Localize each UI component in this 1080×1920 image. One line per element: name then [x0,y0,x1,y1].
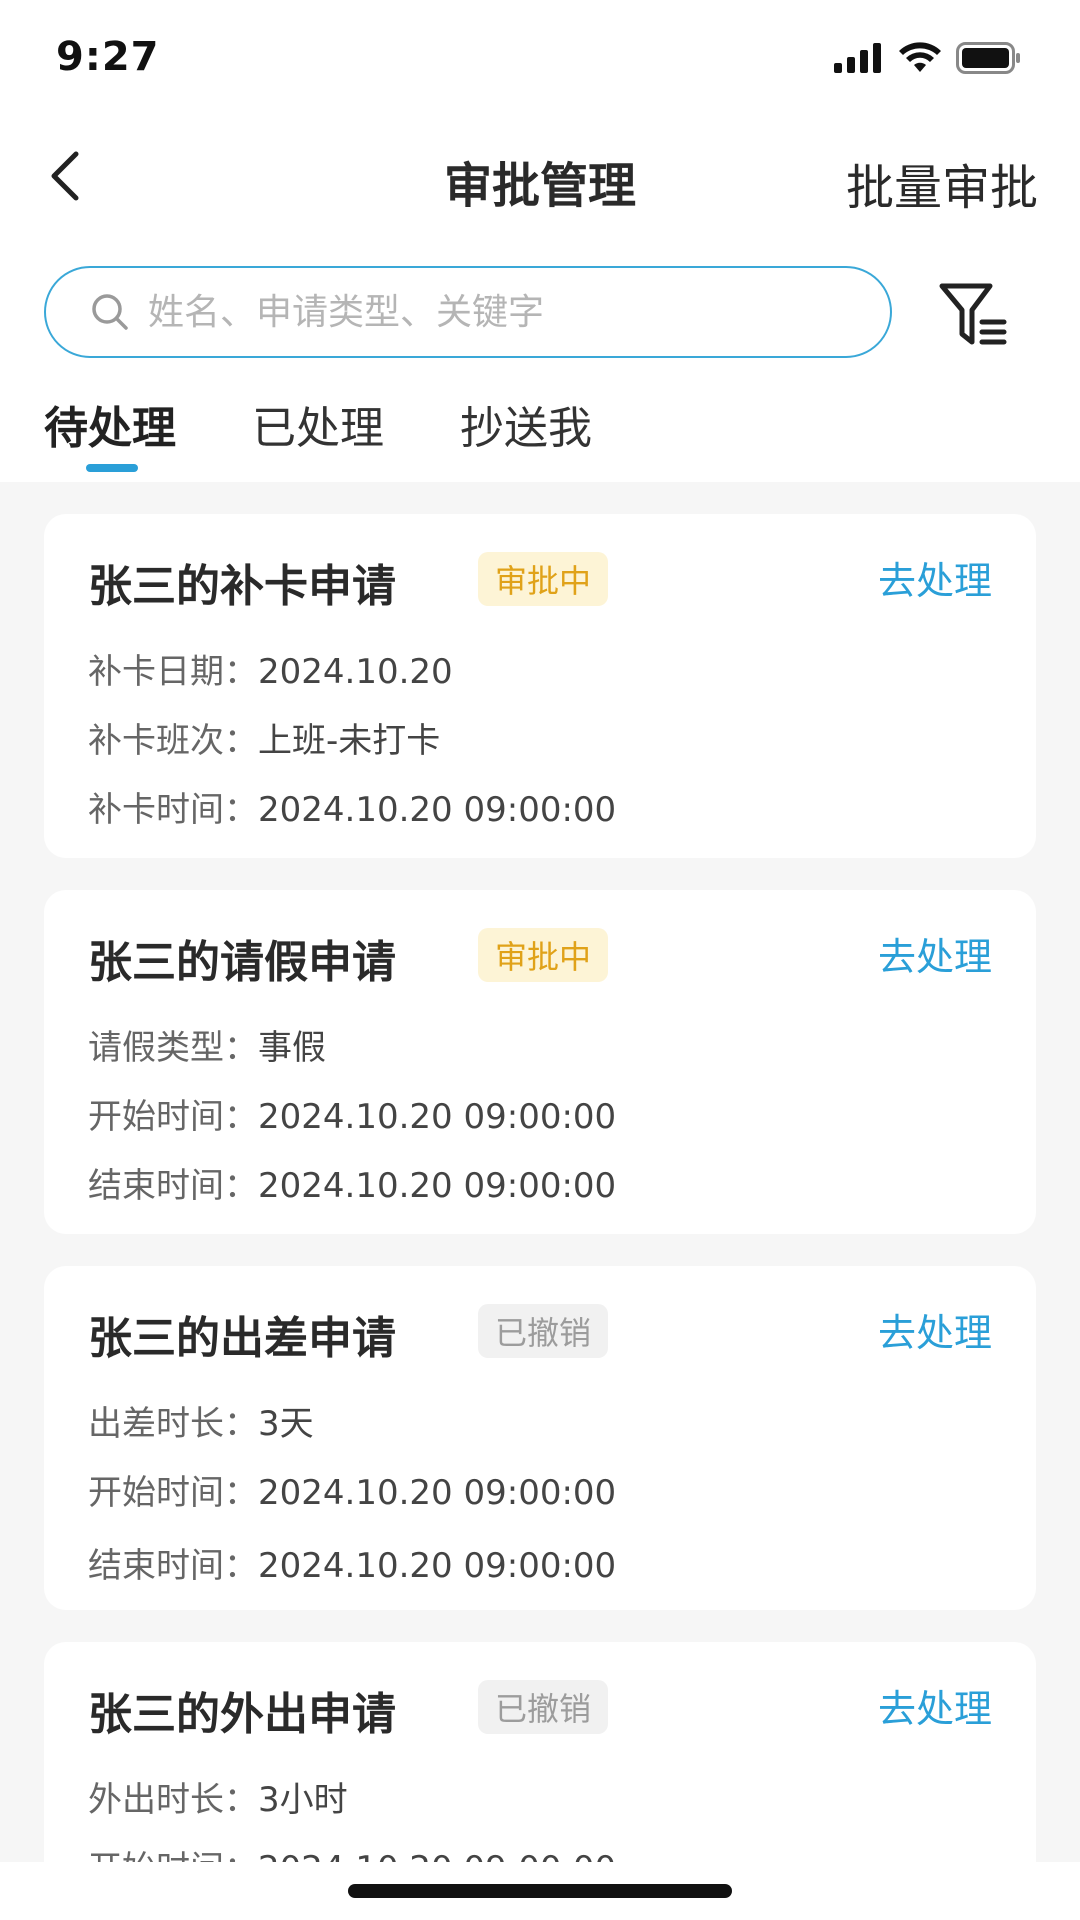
approval-card[interactable]: 张三的出差申请 已撤销 去处理 出差时长：3天 开始时间：2024.10.20 … [44,1266,1036,1610]
approval-card[interactable]: 张三的补卡申请 审批中 去处理 补卡日期：2024.10.20 补卡班次：上班-… [44,514,1036,858]
approval-card[interactable]: 张三的请假申请 审批中 去处理 请假类型：事假 开始时间：2024.10.20 … [44,890,1036,1234]
card-field: 出差时长：3天 [88,1396,314,1445]
card-field: 补卡时间：2024.10.20 09:00:00 [88,782,616,831]
tab-bar: 待处理 已处理 抄送我 [44,392,592,472]
field-label: 结束时间： [88,1166,258,1206]
status-icons [834,42,1022,74]
process-button[interactable]: 去处理 [878,1302,992,1357]
approval-management-screen: 9:27 审批管理 批量审批 姓名、申请类型、关键字 待处理 已处理 抄送我 张… [0,0,1080,1920]
card-field: 开始时间：2024.10.20 09:00:00 [88,1089,616,1138]
tab-cc-me[interactable]: 抄送我 [460,392,592,472]
home-indicator[interactable] [348,1884,732,1898]
nav-bar: 审批管理 批量审批 [0,128,1080,228]
field-value: 2024.10.20 09:00:00 [258,1546,617,1586]
field-label: 外出时长： [88,1780,258,1820]
field-label: 出差时长： [88,1404,258,1444]
field-label: 开始时间： [88,1849,258,1862]
card-field: 请假类型：事假 [88,1020,326,1069]
status-bar: 9:27 [0,0,1080,120]
search-icon [92,294,128,330]
filter-icon [939,283,1007,345]
card-title: 张三的请假申请 [88,937,396,988]
card-field: 外出时长：3小时 [88,1772,348,1821]
card-field: 补卡班次：上班-未打卡 [88,713,440,762]
batch-approve-button[interactable]: 批量审批 [846,148,1038,218]
field-value: 上班-未打卡 [258,721,441,761]
search-box[interactable] [44,266,892,358]
field-value: 3天 [258,1404,314,1444]
tab-label: 待处理 [44,403,176,454]
wifi-icon [899,42,941,72]
field-value: 2024.10.20 09:00:00 [258,790,617,830]
battery-icon [956,42,1020,74]
filter-button[interactable] [938,280,1010,352]
field-value: 2024.10.20 [258,652,453,692]
card-title: 张三的出差申请 [88,1313,396,1364]
card-field: 开始时间：2024.10.20 09:00:00 [88,1465,616,1514]
field-value: 2024.10.20 09:00:00 [258,1097,617,1137]
tab-label: 已处理 [252,403,384,454]
signal-icon [834,43,881,73]
field-label: 结束时间： [88,1546,258,1586]
status-badge: 审批中 [478,552,608,606]
field-value: 2024.10.20 09:00:00 [258,1473,617,1513]
field-value: 2024.10.20 09:00:00 [258,1849,616,1862]
card-title: 张三的补卡申请 [88,561,396,612]
status-badge: 已撤销 [478,1680,608,1734]
process-button[interactable]: 去处理 [878,1678,992,1733]
field-value: 2024.10.20 09:00:00 [258,1166,617,1206]
active-tab-indicator [86,464,138,472]
field-label: 开始时间： [88,1473,258,1513]
card-field: 补卡日期：2024.10.20 [88,644,453,693]
field-label: 补卡日期： [88,652,258,692]
card-field: 开始时间：2024.10.20 09:00:00 [88,1841,616,1862]
field-value: 事假 [258,1028,326,1068]
status-badge: 已撤销 [478,1304,608,1358]
field-label: 开始时间： [88,1097,258,1137]
process-button[interactable]: 去处理 [878,926,992,981]
field-label: 请假类型： [88,1028,258,1068]
status-time: 9:27 [56,34,160,80]
approval-list[interactable]: 张三的补卡申请 审批中 去处理 补卡日期：2024.10.20 补卡班次：上班-… [0,482,1080,1862]
card-field: 结束时间：2024.10.20 09:00:00 [88,1158,616,1207]
card-title: 张三的外出申请 [88,1689,396,1740]
card-field: 结束时间：2024.10.20 09:00:00 [88,1538,616,1587]
status-badge: 审批中 [478,928,608,982]
tab-processed[interactable]: 已处理 [252,392,384,472]
approval-card[interactable]: 张三的外出申请 已撤销 去处理 外出时长：3小时 开始时间：2024.10.20… [44,1642,1036,1862]
tab-label: 抄送我 [460,403,592,454]
field-label: 补卡时间： [88,790,258,830]
tab-pending[interactable]: 待处理 [44,392,176,472]
field-label: 补卡班次： [88,721,258,761]
process-button[interactable]: 去处理 [878,550,992,605]
search-input[interactable] [146,290,850,334]
field-value: 3小时 [258,1780,348,1820]
